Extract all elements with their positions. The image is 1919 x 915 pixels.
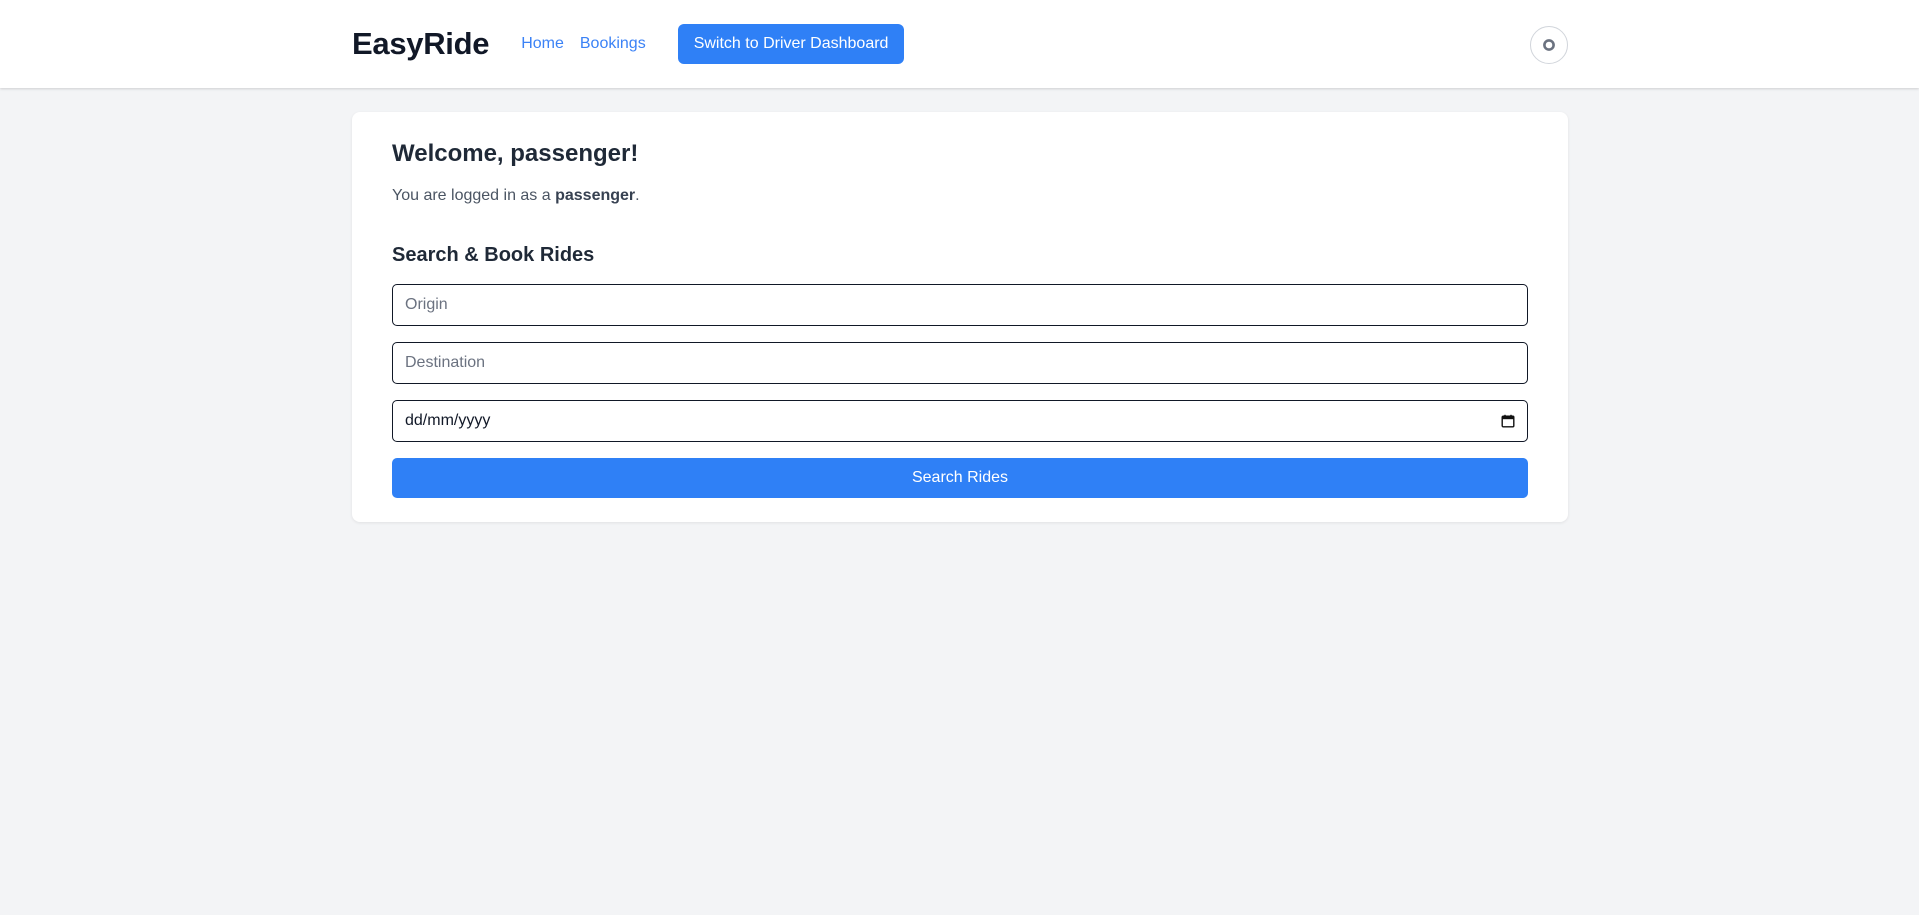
search-section-title: Search & Book Rides — [392, 244, 595, 266]
nav-link-home[interactable]: Home — [521, 35, 564, 53]
logged-in-status: You are logged in as a passenger. — [392, 187, 640, 205]
theme-toggle-button[interactable] — [1530, 26, 1568, 64]
brand-logo[interactable]: EasyRide — [352, 26, 489, 62]
circle-icon — [1542, 38, 1556, 52]
navbar-inner: EasyRide Home Bookings Switch to Driver … — [352, 0, 1568, 88]
date-input[interactable]: dd/mm/yyyy — [392, 400, 1528, 442]
dashboard-card: Welcome, passenger! You are logged in as… — [352, 112, 1568, 522]
logged-in-suffix: . — [635, 187, 640, 204]
logged-in-role: passenger — [555, 187, 636, 204]
welcome-title: Welcome, passenger! — [392, 140, 639, 167]
origin-input[interactable] — [392, 284, 1528, 326]
nav-link-bookings[interactable]: Bookings — [580, 35, 646, 53]
navbar: EasyRide Home Bookings Switch to Driver … — [0, 0, 1919, 88]
logged-in-prefix: You are logged in as a — [392, 187, 556, 204]
destination-input[interactable] — [392, 342, 1528, 384]
date-placeholder: dd/mm/yyyy — [405, 412, 491, 429]
calendar-icon[interactable] — [1501, 414, 1515, 428]
search-rides-button[interactable]: Search Rides — [392, 458, 1528, 498]
switch-to-driver-dashboard-button[interactable]: Switch to Driver Dashboard — [677, 24, 905, 64]
